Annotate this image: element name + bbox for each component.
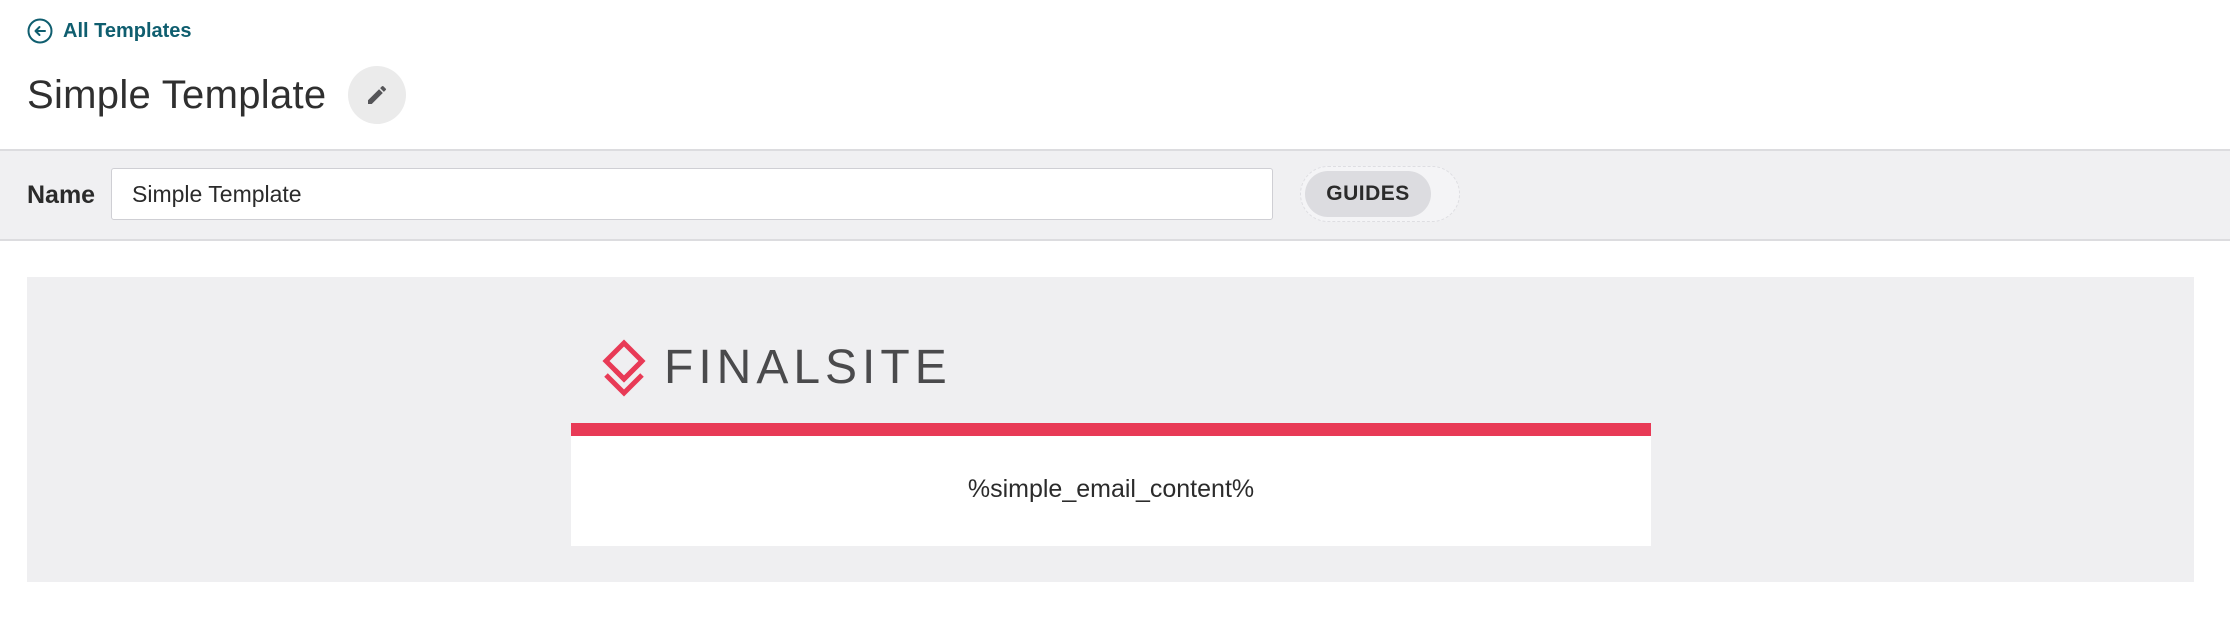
name-label: Name (27, 181, 96, 209)
guides-button[interactable]: GUIDES (1305, 171, 1431, 217)
finalsite-logo-mark (602, 339, 646, 397)
email-accent-bar (571, 423, 1651, 436)
template-toolbar: Name GUIDES (0, 149, 2230, 241)
all-templates-link[interactable]: All Templates (27, 18, 192, 44)
edit-title-button[interactable] (348, 66, 407, 124)
finalsite-logo: FINALSITE (596, 339, 952, 397)
page-title: Simple Template (27, 73, 327, 117)
arrow-left-circle-icon (27, 18, 53, 44)
email-content-placeholder: %simple_email_content% (967, 474, 1255, 503)
name-input[interactable] (111, 168, 1273, 220)
title-row: Simple Template (27, 66, 407, 124)
pencil-icon (368, 85, 387, 104)
logo-wordmark: FINALSITE (664, 341, 952, 394)
email-preview: FINALSITE %simple_email_content% (27, 277, 2194, 582)
all-templates-label: All Templates (63, 19, 192, 42)
guides-toggle: GUIDES (1300, 166, 1460, 222)
email-body: %simple_email_content% (571, 436, 1651, 546)
